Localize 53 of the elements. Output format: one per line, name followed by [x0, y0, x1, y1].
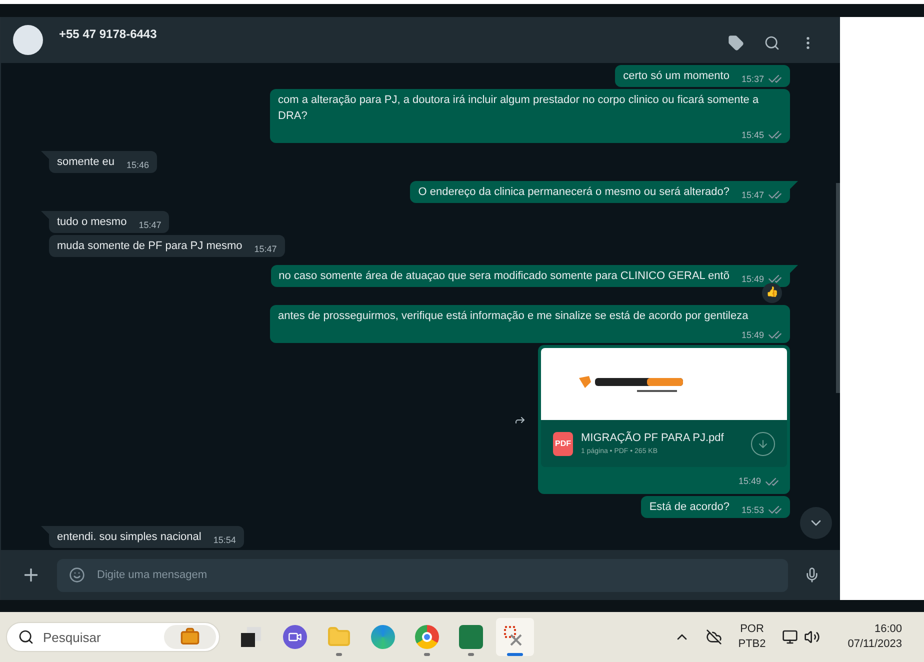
windows-stack-icon — [240, 626, 262, 648]
contact-avatar — [13, 25, 43, 55]
download-button[interactable] — [751, 432, 775, 456]
video-chat-icon — [283, 625, 307, 649]
message-time: 15:46 — [126, 159, 150, 172]
message-text: muda somente de PF para PJ mesmo — [57, 239, 242, 254]
label-icon[interactable] — [728, 35, 744, 51]
search-icon — [18, 629, 34, 645]
emoji-icon[interactable] — [69, 566, 85, 582]
message-time: 15:54 — [213, 534, 236, 547]
message-text: no caso somente área de atuaçao que sera modificado somente para CLINICO GERAL entõ — [278, 269, 730, 284]
cloud-off-icon[interactable] — [706, 629, 722, 645]
message-time: 15:49 — [741, 329, 764, 342]
message-time: 15:47 — [741, 189, 764, 202]
clock-date[interactable]: 07/11/2023 — [848, 637, 902, 652]
message-text: entendi. sou simples nacional — [57, 530, 202, 545]
message-time: 15:47 — [254, 243, 277, 256]
spreadsheet-icon — [459, 625, 483, 649]
message-text: O endereço da clinica permanecerá o mesmo ou será alterado? — [418, 185, 730, 200]
running-indicator — [507, 653, 523, 656]
running-indicator — [336, 653, 342, 656]
message-text: tudo o mesmo — [57, 215, 127, 230]
message-text: certo só um momento — [623, 69, 730, 84]
search-icon[interactable] — [764, 35, 780, 51]
message-text: Está de acordo? — [649, 500, 730, 515]
message-text: somente eu — [57, 155, 114, 170]
message-text: antes de prosseguirmos, verifique está informação e me sinalize se está de acordo por gentileza — [278, 309, 748, 324]
message-time: 15:45 — [741, 129, 764, 142]
message-input[interactable]: Digite uma mensagem — [57, 558, 788, 592]
pdf-file-icon: PDF — [553, 432, 573, 456]
reaction-badge[interactable]: 👍 — [762, 283, 782, 303]
running-indicator — [424, 653, 430, 656]
language-indicator[interactable]: POR — [740, 622, 764, 637]
contact-name[interactable]: +55 47 9178-6443 — [59, 25, 728, 43]
message-time: 15:53 — [741, 504, 764, 517]
language-indicator[interactable]: PTB2 — [738, 637, 766, 652]
message-text: com a alteração para PJ, a doutora irá incluir algum prestador no corpo clinico ou ficará somente a DRA? — [278, 93, 760, 124]
briefcase-icon — [180, 627, 200, 647]
network-icon[interactable] — [782, 629, 798, 645]
message-time: 15:49 — [741, 273, 764, 286]
message-time: 15:37 — [741, 73, 764, 86]
microphone-icon[interactable] — [804, 567, 820, 583]
message-time: 15:47 — [138, 219, 162, 232]
volume-icon[interactable] — [804, 629, 820, 645]
browser-swirl-icon — [371, 625, 395, 649]
scrollbar-thumb[interactable] — [836, 183, 840, 393]
briefcase-button[interactable] — [164, 625, 216, 649]
folder-icon — [327, 625, 351, 649]
arrow-down-icon — [757, 438, 769, 450]
message-time: 15:49 — [738, 475, 761, 488]
file-name: MIGRAÇÃO PF PARA PJ.pdf — [581, 430, 725, 446]
clock-time[interactable]: 16:00 — [874, 622, 902, 637]
running-indicator — [468, 653, 474, 656]
